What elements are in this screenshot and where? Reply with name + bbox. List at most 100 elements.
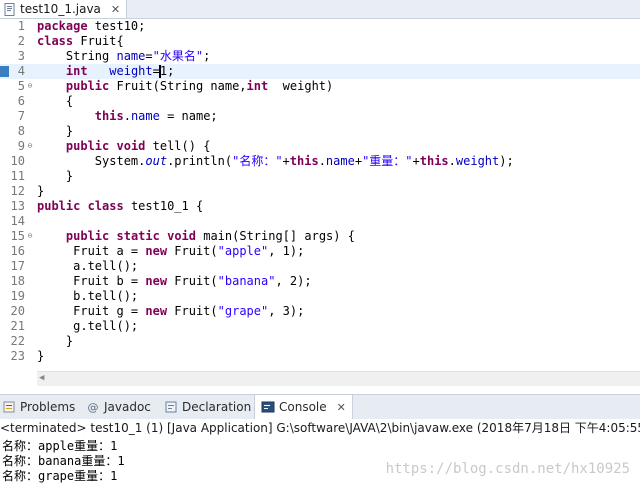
code-line[interactable]: 7 this.name = name;: [0, 109, 640, 124]
line-number: 6: [17, 94, 25, 108]
code-text: }: [37, 349, 45, 363]
code-text: this.name = name;: [94, 109, 218, 123]
line-number: 2: [17, 34, 25, 48]
tab-javadoc-label: Javadoc: [104, 400, 151, 414]
line-number: 13: [10, 199, 25, 213]
code-text: public class test10_1 {: [37, 199, 204, 213]
code-text: Fruit g = new Fruit("grape", 3);: [37, 304, 305, 318]
code-text: String name="水果名";: [37, 49, 211, 63]
console-panel[interactable]: <terminated> test10_1 (1) [Java Applicat…: [0, 419, 640, 492]
code-line[interactable]: 15 ⊖ public static void main(String[] arg…: [0, 229, 640, 244]
tab-console-label: Console: [279, 400, 327, 414]
code-line[interactable]: 9 ⊖ public void tell() {: [0, 139, 640, 154]
code-text: package test10;: [37, 19, 146, 33]
close-icon[interactable]: ✕: [337, 401, 346, 414]
code-text: public static void main(String[] args) {: [65, 229, 355, 243]
fold-toggle-icon[interactable]: ⊖: [26, 142, 34, 150]
code-line[interactable]: 10 System.out.println("名称："+this.name+"重…: [0, 154, 640, 169]
console-output-line: 名称：banana重量：1: [2, 454, 125, 468]
horizontal-scrollbar[interactable]: ◀: [37, 371, 640, 386]
console-output: 名称：apple重量：1 名称：banana重量：1 名称：grape重量：1: [2, 439, 125, 484]
code-text: b.tell();: [37, 289, 139, 303]
code-line[interactable]: 17 a.tell();: [0, 259, 640, 274]
line-number: 19: [10, 289, 25, 303]
console-header: <terminated> test10_1 (1) [Java Applicat…: [0, 421, 640, 435]
declaration-icon: [164, 400, 178, 414]
code-line[interactable]: 14: [0, 214, 640, 229]
code-text: g.tell();: [37, 319, 139, 333]
line-number: 14: [10, 214, 25, 228]
watermark: https://blog.csdn.net/hx10925: [385, 461, 630, 477]
tab-problems[interactable]: Problems: [2, 395, 75, 419]
code-text: public Fruit(String name,int weight): [65, 79, 334, 93]
line-number: 10: [10, 154, 25, 168]
tab-javadoc[interactable]: @ Javadoc: [86, 395, 151, 419]
line-number: 23: [10, 349, 25, 363]
views-tab-bar: Problems @ Javadoc Declaration Console ✕: [0, 394, 640, 420]
line-number: 8: [17, 124, 25, 138]
code-line[interactable]: 23}: [0, 349, 640, 364]
code-line[interactable]: 12}: [0, 184, 640, 199]
line-number: 17: [10, 259, 25, 273]
console-output-line: 名称：grape重量：1: [2, 469, 118, 483]
code-lines: 1 package test10; 2 class Fruit{3 String na…: [0, 19, 640, 364]
editor-tab-test10-1[interactable]: test10_1.java ✕: [0, 0, 128, 18]
line-number: 18: [10, 274, 25, 288]
code-text: System.out.println("名称："+this.name+"重量："…: [37, 154, 514, 168]
line-number: 4: [17, 64, 25, 78]
code-text: {: [37, 94, 74, 108]
code-line[interactable]: 6 {: [0, 94, 640, 109]
code-line[interactable]: 3 String name="水果名";: [0, 49, 640, 64]
code-text: }: [37, 124, 74, 138]
java-file-icon: [4, 2, 16, 16]
line-number: 21: [10, 319, 25, 333]
code-line[interactable]: 19 b.tell();: [0, 289, 640, 304]
line-number: 11: [10, 169, 25, 183]
line-number: 15: [10, 229, 25, 243]
editor-tab-bar: test10_1.java ✕: [0, 0, 640, 19]
code-text: }: [37, 184, 45, 198]
line-number: 7: [17, 109, 25, 123]
line-number: 16: [10, 244, 25, 258]
line-number: 9: [17, 139, 25, 153]
code-line[interactable]: 16 Fruit a = new Fruit("apple", 1);: [0, 244, 640, 259]
line-number: 12: [10, 184, 25, 198]
code-line[interactable]: 4 int weight=1;: [0, 64, 640, 79]
code-editor[interactable]: 1 package test10; 2 class Fruit{3 String na…: [0, 19, 640, 387]
line-number: 1: [17, 19, 25, 33]
code-text: }: [37, 334, 74, 348]
line-number: 22: [10, 334, 25, 348]
code-line[interactable]: 20 Fruit g = new Fruit("grape", 3);: [0, 304, 640, 319]
fold-toggle-icon[interactable]: ⊖: [26, 82, 34, 90]
code-line[interactable]: 1 package test10;: [0, 19, 640, 34]
line-number: 20: [10, 304, 25, 318]
tab-console[interactable]: Console ✕: [254, 395, 353, 419]
at-icon: @: [87, 400, 99, 414]
code-line[interactable]: 21 g.tell();: [0, 319, 640, 334]
code-text: public void tell() {: [65, 139, 211, 153]
line-number: 5: [17, 79, 25, 93]
code-line[interactable]: 22 }: [0, 334, 640, 349]
tab-declaration[interactable]: Declaration: [164, 395, 251, 419]
editor-tab-label: test10_1.java: [20, 2, 101, 16]
code-line[interactable]: 8 }: [0, 124, 640, 139]
code-text: }: [37, 169, 74, 183]
code-line[interactable]: 18 Fruit b = new Fruit("banana", 2);: [0, 274, 640, 289]
code-line[interactable]: 13 public class test10_1 {: [0, 199, 640, 214]
close-icon[interactable]: ✕: [111, 3, 120, 16]
code-text: Fruit a = new Fruit("apple", 1);: [37, 244, 305, 258]
fold-toggle-icon[interactable]: ⊖: [26, 232, 34, 240]
tab-problems-label: Problems: [20, 400, 76, 414]
console-output-line: 名称：apple重量：1: [2, 439, 118, 453]
code-text: int weight=1;: [65, 64, 175, 78]
problems-icon: [2, 400, 16, 414]
code-text: a.tell();: [37, 259, 139, 273]
code-line[interactable]: 11 }: [0, 169, 640, 184]
line-number: 3: [17, 49, 25, 63]
scroll-left-icon[interactable]: ◀: [39, 373, 44, 383]
code-line[interactable]: 5 ⊖ public Fruit(String name,int weight): [0, 79, 640, 94]
tab-declaration-label: Declaration: [182, 400, 252, 414]
code-line[interactable]: 2 class Fruit{: [0, 34, 640, 49]
console-icon: [261, 400, 275, 414]
code-text: Fruit b = new Fruit("banana", 2);: [37, 274, 312, 288]
